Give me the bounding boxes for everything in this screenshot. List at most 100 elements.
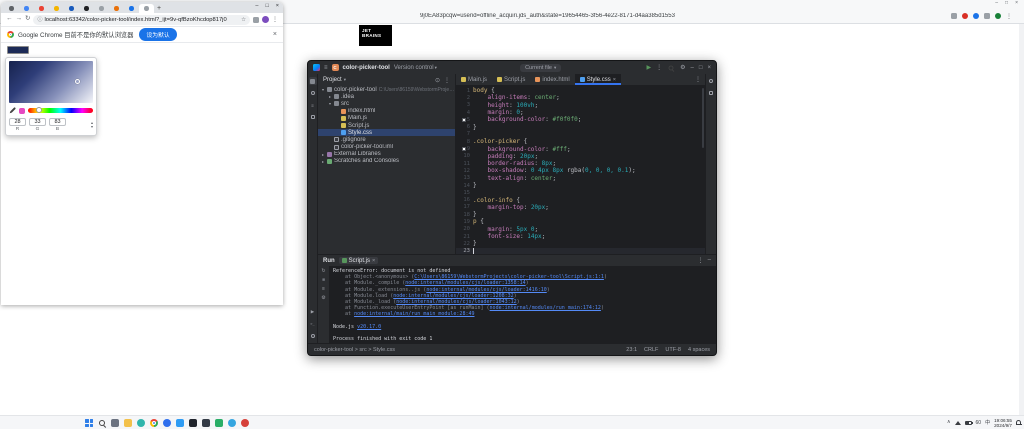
taskbar-icon-netease-music[interactable] [240, 418, 250, 428]
run-tool-icon[interactable]: ▶ [309, 308, 317, 316]
tree-chevron-icon[interactable]: ▸ [321, 159, 325, 164]
project-tree-item[interactable]: Style.css [318, 129, 455, 137]
tree-chevron-icon[interactable]: ▾ [321, 87, 325, 92]
project-tool-icon[interactable] [308, 77, 317, 85]
background-address-bar[interactable]: 9j0EA83pcqw=userid=offline_acquiri.jds_a… [283, 9, 1024, 23]
project-tree-item[interactable]: Script.js [318, 122, 455, 129]
r-input[interactable]: 28 [9, 118, 26, 126]
back-icon[interactable]: ← [6, 16, 13, 23]
code-line[interactable]: 4 margin: 0; [456, 109, 705, 116]
close-run-tab-icon[interactable]: × [372, 258, 375, 264]
run-tab[interactable]: Script.js × [338, 257, 379, 264]
minimize-icon[interactable]: – [691, 65, 694, 71]
minimize-icon[interactable]: – [255, 3, 258, 10]
code-line[interactable]: 5 background-color: #f0f0f0; [456, 116, 705, 123]
hue-slider-handle[interactable] [36, 107, 43, 113]
tree-chevron-icon[interactable]: ▸ [328, 94, 332, 99]
problems-tool-icon[interactable] [309, 332, 317, 340]
format-stepper[interactable]: ▴ ▾ [91, 121, 93, 129]
taskbar-icon-start[interactable] [84, 418, 94, 428]
console-link[interactable]: node:internal/modules/cjs/loader:1358:14 [405, 280, 525, 286]
code-area[interactable]: 1 body {2 align-items: center; 3 height: 1… [456, 86, 705, 254]
main-menu-icon[interactable]: ≡ [324, 65, 328, 71]
console-link[interactable]: node:internal/modules/cjs/loader:1043:12 [396, 299, 516, 305]
battery-icon[interactable] [964, 420, 973, 425]
site-info-icon[interactable]: ⓘ [37, 16, 42, 23]
editor-tab[interactable]: Style.css × [574, 74, 621, 85]
project-tree-item[interactable]: ▸ External Libraries [318, 151, 455, 158]
terminal-tool-icon[interactable]: >_ [309, 320, 317, 328]
project-tree-item[interactable]: ▸ .idea [318, 93, 455, 100]
console-link[interactable]: node:internal/modules/run_main:174:12 [490, 305, 601, 311]
file-encoding[interactable]: UTF-8 [665, 347, 681, 353]
browser-tab[interactable] [64, 4, 79, 13]
project-tree-item[interactable]: Main.js [318, 115, 455, 122]
clear-icon[interactable]: ≡ [322, 286, 325, 292]
panel-options-icon[interactable]: ⋮ [444, 77, 450, 84]
browser-tab[interactable] [4, 4, 19, 13]
code-line[interactable]: 18} [456, 211, 705, 218]
console-link[interactable]: node:internal/modules/cjs/loader:1208:32 [393, 293, 513, 299]
more-actions-icon[interactable]: ⋮ [656, 65, 662, 71]
taskbar-icon-file-explorer[interactable] [123, 418, 133, 428]
project-tree-item[interactable]: ▾ src [318, 100, 455, 107]
project-tree-item[interactable]: ▾ color-picker-tool C:\Users\86159\Webstor… [318, 86, 455, 93]
code-line[interactable]: 17 margin-top: 20px; [456, 204, 705, 211]
color-input-swatch[interactable] [7, 46, 29, 54]
project-tree-item[interactable]: color-picker-tool.iml [318, 144, 455, 151]
stop-icon[interactable]: ■ [322, 277, 325, 283]
project-tree-item[interactable]: .gitignore [318, 136, 455, 143]
close-icon[interactable]: × [276, 3, 279, 10]
code-line[interactable]: 20 margin: 5px 0; [456, 226, 705, 233]
code-line[interactable]: 16 .color-info { [456, 196, 705, 204]
status-breadcrumb[interactable]: color-picker-tool > src > Style.css [314, 347, 395, 353]
code-line[interactable]: 2 align-items: center; [456, 94, 705, 101]
url-text[interactable]: localhost:63342/color-picker-tool/index.… [44, 17, 239, 23]
clock[interactable]: 19:06:55 2024/9/7 [994, 418, 1012, 428]
taskbar-icon-wechat[interactable] [214, 418, 224, 428]
background-url-text[interactable]: 9j0EA83pcqw=userid=offline_acquiri.jds_a… [420, 13, 675, 19]
browser-tab[interactable] [79, 4, 94, 13]
run-configuration-widget[interactable]: Current file ▾ [520, 63, 562, 72]
tray-expand-icon[interactable]: ∧ [947, 420, 951, 425]
editor-tab[interactable]: Script.js [492, 74, 530, 85]
code-line[interactable]: 14} [456, 182, 705, 189]
code-line[interactable]: 1 body { [456, 87, 705, 94]
bookmark-star-icon[interactable]: ☆ [241, 17, 246, 23]
project-name[interactable]: color-picker-tool [343, 65, 390, 71]
taskbar-icon-app-blue[interactable] [162, 418, 172, 428]
taskbar-icon-edge[interactable] [136, 418, 146, 428]
taskbar-icon-vscode[interactable] [175, 418, 185, 428]
close-icon[interactable]: × [1015, 1, 1018, 6]
project-tree-item[interactable]: index.html [318, 108, 455, 115]
code-line[interactable]: 21 font-size: 14px; [456, 233, 705, 240]
editor-tab[interactable]: Main.js [456, 74, 492, 85]
code-line[interactable]: 11 border-radius: 8px; [456, 160, 705, 167]
network-icon[interactable] [954, 420, 961, 425]
console-link[interactable]: node:internal/main/run_main_module:28:49 [354, 311, 474, 317]
editor-tab[interactable]: index.html [530, 74, 574, 85]
code-line[interactable]: 10 padding: 20px; [456, 153, 705, 160]
bookmarks-icon[interactable] [984, 13, 990, 19]
locate-file-icon[interactable]: ⊙ [435, 77, 440, 84]
browser-tab[interactable] [34, 4, 49, 13]
profile-avatar[interactable] [995, 13, 1001, 19]
browser-tab[interactable] [124, 4, 139, 13]
run-minimize-icon[interactable]: – [708, 257, 711, 264]
console-link[interactable]: v20.17.0 [357, 324, 381, 330]
extension-red-icon[interactable] [962, 13, 968, 19]
browser-tab[interactable] [19, 4, 34, 13]
search-everywhere-icon[interactable] [668, 64, 674, 70]
close-icon[interactable]: × [707, 65, 711, 71]
code-line[interactable]: 9 background-color: #fff; [456, 145, 705, 153]
structure-tool-icon[interactable]: ≡ [309, 101, 317, 109]
ai-assistant-tool-icon[interactable] [707, 89, 715, 97]
run-panel-title[interactable]: Run [323, 258, 335, 264]
taskbar-icon-search[interactable] [97, 418, 107, 428]
console-link[interactable]: C:\Users\86159\WebstormProjects\color-pi… [414, 274, 604, 280]
extensions-icon[interactable] [951, 13, 957, 19]
project-panel-header[interactable]: Project ▾ ⊙ ⋮ [318, 74, 455, 86]
project-tree-item[interactable]: ▸ Scratches and Consoles [318, 158, 455, 165]
browser-menu-icon[interactable]: ⋮ [272, 16, 278, 23]
page-scrollbar[interactable] [1019, 24, 1024, 415]
